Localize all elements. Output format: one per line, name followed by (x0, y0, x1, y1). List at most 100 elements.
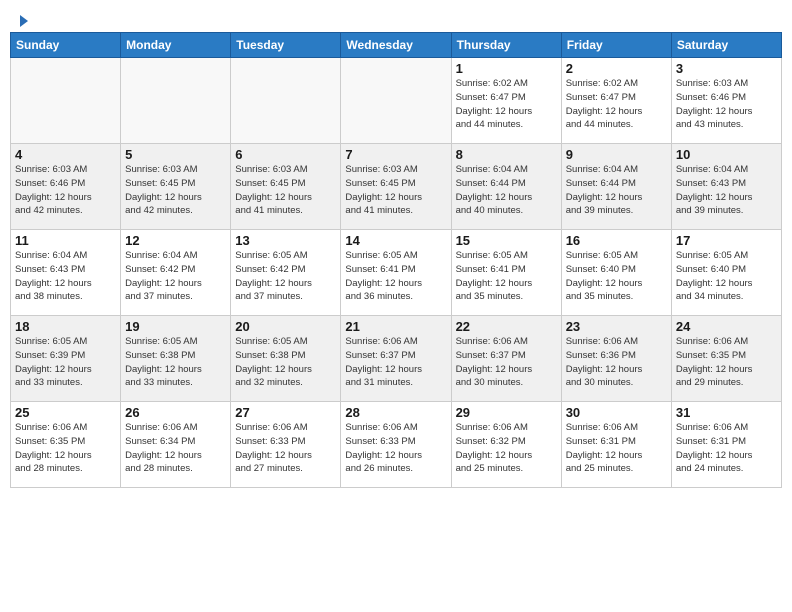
day-info: Sunrise: 6:05 AMSunset: 6:39 PMDaylight:… (15, 335, 116, 390)
day-number: 24 (676, 319, 777, 334)
day-info: Sunrise: 6:05 AMSunset: 6:40 PMDaylight:… (566, 249, 667, 304)
calendar-cell: 23Sunrise: 6:06 AMSunset: 6:36 PMDayligh… (561, 316, 671, 402)
calendar-cell (341, 58, 451, 144)
day-number: 13 (235, 233, 336, 248)
day-number: 1 (456, 61, 557, 76)
calendar-week-2: 4Sunrise: 6:03 AMSunset: 6:46 PMDaylight… (11, 144, 782, 230)
calendar-table: SundayMondayTuesdayWednesdayThursdayFrid… (10, 32, 782, 488)
day-info: Sunrise: 6:06 AMSunset: 6:37 PMDaylight:… (345, 335, 446, 390)
calendar-cell: 20Sunrise: 6:05 AMSunset: 6:38 PMDayligh… (231, 316, 341, 402)
calendar-cell: 28Sunrise: 6:06 AMSunset: 6:33 PMDayligh… (341, 402, 451, 488)
day-number: 21 (345, 319, 446, 334)
day-number: 16 (566, 233, 667, 248)
day-info: Sunrise: 6:03 AMSunset: 6:45 PMDaylight:… (345, 163, 446, 218)
calendar-cell: 21Sunrise: 6:06 AMSunset: 6:37 PMDayligh… (341, 316, 451, 402)
day-info: Sunrise: 6:05 AMSunset: 6:41 PMDaylight:… (456, 249, 557, 304)
calendar-cell: 19Sunrise: 6:05 AMSunset: 6:38 PMDayligh… (121, 316, 231, 402)
day-info: Sunrise: 6:05 AMSunset: 6:38 PMDaylight:… (235, 335, 336, 390)
day-number: 31 (676, 405, 777, 420)
day-number: 18 (15, 319, 116, 334)
calendar-cell: 29Sunrise: 6:06 AMSunset: 6:32 PMDayligh… (451, 402, 561, 488)
calendar-cell (121, 58, 231, 144)
calendar-cell: 10Sunrise: 6:04 AMSunset: 6:43 PMDayligh… (671, 144, 781, 230)
day-info: Sunrise: 6:06 AMSunset: 6:35 PMDaylight:… (676, 335, 777, 390)
day-number: 7 (345, 147, 446, 162)
calendar-cell: 2Sunrise: 6:02 AMSunset: 6:47 PMDaylight… (561, 58, 671, 144)
day-number: 15 (456, 233, 557, 248)
day-number: 8 (456, 147, 557, 162)
day-info: Sunrise: 6:06 AMSunset: 6:31 PMDaylight:… (676, 421, 777, 476)
calendar-cell: 13Sunrise: 6:05 AMSunset: 6:42 PMDayligh… (231, 230, 341, 316)
day-info: Sunrise: 6:05 AMSunset: 6:42 PMDaylight:… (235, 249, 336, 304)
day-info: Sunrise: 6:06 AMSunset: 6:31 PMDaylight:… (566, 421, 667, 476)
calendar-cell: 18Sunrise: 6:05 AMSunset: 6:39 PMDayligh… (11, 316, 121, 402)
day-info: Sunrise: 6:06 AMSunset: 6:32 PMDaylight:… (456, 421, 557, 476)
day-number: 6 (235, 147, 336, 162)
calendar-cell: 25Sunrise: 6:06 AMSunset: 6:35 PMDayligh… (11, 402, 121, 488)
day-number: 10 (676, 147, 777, 162)
day-info: Sunrise: 6:02 AMSunset: 6:47 PMDaylight:… (456, 77, 557, 132)
calendar-cell (11, 58, 121, 144)
calendar-cell: 6Sunrise: 6:03 AMSunset: 6:45 PMDaylight… (231, 144, 341, 230)
calendar-cell: 7Sunrise: 6:03 AMSunset: 6:45 PMDaylight… (341, 144, 451, 230)
day-info: Sunrise: 6:04 AMSunset: 6:42 PMDaylight:… (125, 249, 226, 304)
day-info: Sunrise: 6:06 AMSunset: 6:36 PMDaylight:… (566, 335, 667, 390)
calendar-header-friday: Friday (561, 33, 671, 58)
day-number: 3 (676, 61, 777, 76)
day-number: 30 (566, 405, 667, 420)
day-number: 23 (566, 319, 667, 334)
calendar-cell: 11Sunrise: 6:04 AMSunset: 6:43 PMDayligh… (11, 230, 121, 316)
day-number: 11 (15, 233, 116, 248)
day-number: 25 (15, 405, 116, 420)
day-info: Sunrise: 6:04 AMSunset: 6:44 PMDaylight:… (456, 163, 557, 218)
calendar-cell: 17Sunrise: 6:05 AMSunset: 6:40 PMDayligh… (671, 230, 781, 316)
calendar-cell: 27Sunrise: 6:06 AMSunset: 6:33 PMDayligh… (231, 402, 341, 488)
calendar-cell (231, 58, 341, 144)
day-number: 27 (235, 405, 336, 420)
day-info: Sunrise: 6:05 AMSunset: 6:38 PMDaylight:… (125, 335, 226, 390)
day-info: Sunrise: 6:03 AMSunset: 6:45 PMDaylight:… (125, 163, 226, 218)
day-info: Sunrise: 6:06 AMSunset: 6:33 PMDaylight:… (235, 421, 336, 476)
calendar-cell: 1Sunrise: 6:02 AMSunset: 6:47 PMDaylight… (451, 58, 561, 144)
calendar-cell: 5Sunrise: 6:03 AMSunset: 6:45 PMDaylight… (121, 144, 231, 230)
calendar-cell: 8Sunrise: 6:04 AMSunset: 6:44 PMDaylight… (451, 144, 561, 230)
day-number: 14 (345, 233, 446, 248)
calendar-cell: 4Sunrise: 6:03 AMSunset: 6:46 PMDaylight… (11, 144, 121, 230)
day-number: 22 (456, 319, 557, 334)
calendar-week-1: 1Sunrise: 6:02 AMSunset: 6:47 PMDaylight… (11, 58, 782, 144)
calendar-week-5: 25Sunrise: 6:06 AMSunset: 6:35 PMDayligh… (11, 402, 782, 488)
day-info: Sunrise: 6:03 AMSunset: 6:46 PMDaylight:… (15, 163, 116, 218)
day-info: Sunrise: 6:05 AMSunset: 6:40 PMDaylight:… (676, 249, 777, 304)
calendar-cell: 16Sunrise: 6:05 AMSunset: 6:40 PMDayligh… (561, 230, 671, 316)
calendar-cell: 3Sunrise: 6:03 AMSunset: 6:46 PMDaylight… (671, 58, 781, 144)
calendar-header-tuesday: Tuesday (231, 33, 341, 58)
logo (10, 12, 30, 26)
day-info: Sunrise: 6:06 AMSunset: 6:35 PMDaylight:… (15, 421, 116, 476)
calendar-cell: 9Sunrise: 6:04 AMSunset: 6:44 PMDaylight… (561, 144, 671, 230)
calendar-header-saturday: Saturday (671, 33, 781, 58)
day-info: Sunrise: 6:02 AMSunset: 6:47 PMDaylight:… (566, 77, 667, 132)
day-number: 19 (125, 319, 226, 334)
day-info: Sunrise: 6:04 AMSunset: 6:44 PMDaylight:… (566, 163, 667, 218)
day-number: 17 (676, 233, 777, 248)
calendar-cell: 24Sunrise: 6:06 AMSunset: 6:35 PMDayligh… (671, 316, 781, 402)
calendar-header-thursday: Thursday (451, 33, 561, 58)
day-info: Sunrise: 6:03 AMSunset: 6:45 PMDaylight:… (235, 163, 336, 218)
day-info: Sunrise: 6:06 AMSunset: 6:33 PMDaylight:… (345, 421, 446, 476)
day-info: Sunrise: 6:05 AMSunset: 6:41 PMDaylight:… (345, 249, 446, 304)
day-number: 5 (125, 147, 226, 162)
calendar-cell: 22Sunrise: 6:06 AMSunset: 6:37 PMDayligh… (451, 316, 561, 402)
calendar-header-sunday: Sunday (11, 33, 121, 58)
calendar-cell: 15Sunrise: 6:05 AMSunset: 6:41 PMDayligh… (451, 230, 561, 316)
day-number: 29 (456, 405, 557, 420)
calendar-cell: 30Sunrise: 6:06 AMSunset: 6:31 PMDayligh… (561, 402, 671, 488)
calendar-cell: 12Sunrise: 6:04 AMSunset: 6:42 PMDayligh… (121, 230, 231, 316)
day-number: 2 (566, 61, 667, 76)
day-info: Sunrise: 6:06 AMSunset: 6:34 PMDaylight:… (125, 421, 226, 476)
calendar-week-4: 18Sunrise: 6:05 AMSunset: 6:39 PMDayligh… (11, 316, 782, 402)
day-number: 12 (125, 233, 226, 248)
calendar-week-3: 11Sunrise: 6:04 AMSunset: 6:43 PMDayligh… (11, 230, 782, 316)
day-info: Sunrise: 6:06 AMSunset: 6:37 PMDaylight:… (456, 335, 557, 390)
calendar-cell: 14Sunrise: 6:05 AMSunset: 6:41 PMDayligh… (341, 230, 451, 316)
calendar-header-monday: Monday (121, 33, 231, 58)
